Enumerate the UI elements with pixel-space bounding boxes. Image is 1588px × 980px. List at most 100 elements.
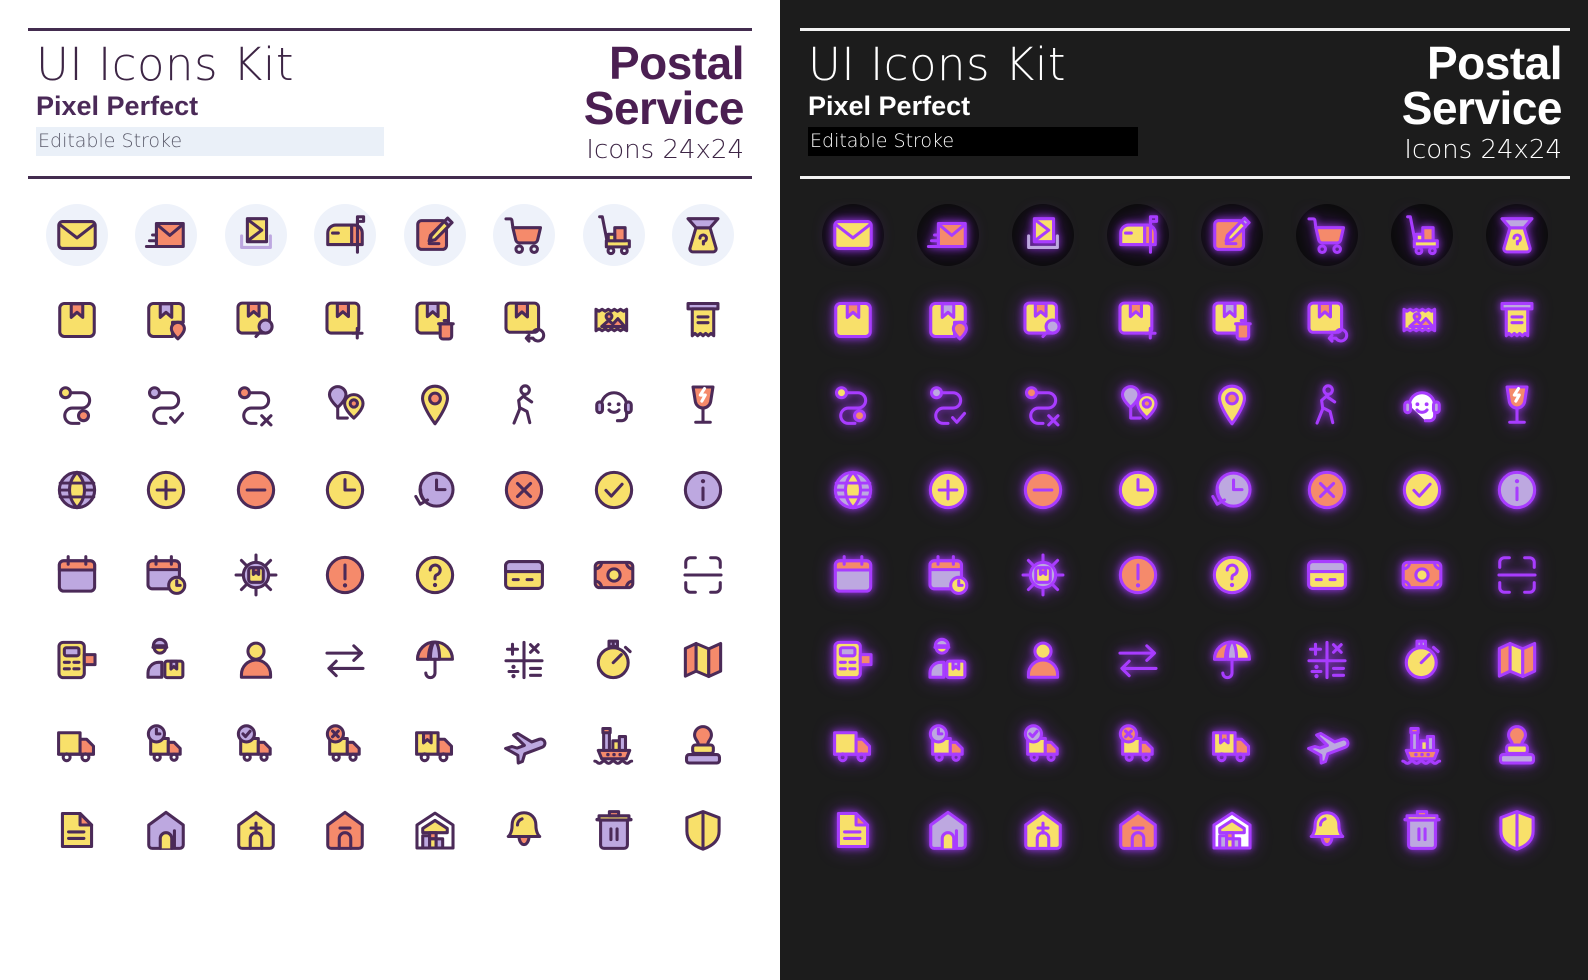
notification-bell-icon[interactable]: [501, 807, 547, 853]
icon-cell-cash-banknote-icon[interactable]: [569, 533, 659, 618]
airplane-icon[interactable]: [501, 722, 547, 768]
icon-cell-package-delete-icon[interactable]: [1185, 278, 1280, 363]
package-return-icon[interactable]: [501, 297, 547, 344]
post-office-add-icon[interactable]: [1020, 807, 1066, 853]
rubber-stamp-icon[interactable]: [1494, 722, 1540, 768]
icon-cell-two-pins-icon[interactable]: [301, 363, 391, 448]
receipt-print-icon[interactable]: [680, 297, 726, 343]
icon-cell-shopping-cart-icon[interactable]: [480, 193, 570, 278]
walking-courier-icon[interactable]: [1304, 382, 1350, 428]
icon-cell-globe-icon[interactable]: [32, 448, 122, 533]
icon-cell-truck-parcel-icon[interactable]: [1185, 703, 1280, 788]
stopwatch-icon[interactable]: [591, 637, 637, 683]
icon-cell-document-icon[interactable]: [806, 788, 901, 873]
icon-cell-pos-terminal-icon[interactable]: [806, 618, 901, 703]
icon-cell-history-clock-icon[interactable]: [390, 448, 480, 533]
icon-cell-scan-frame-icon[interactable]: [659, 533, 749, 618]
package-search-icon[interactable]: [233, 297, 279, 343]
minus-circle-icon[interactable]: [1020, 467, 1066, 513]
icon-cell-walking-courier-icon[interactable]: [480, 363, 570, 448]
icon-cell-package-icon[interactable]: [32, 278, 122, 363]
icon-cell-calendar-time-icon[interactable]: [122, 533, 212, 618]
icon-cell-home-icon[interactable]: [901, 788, 996, 873]
globe-icon[interactable]: [830, 467, 876, 513]
credit-card-icon[interactable]: [501, 552, 547, 598]
icon-cell-umbrella-icon[interactable]: [1185, 618, 1280, 703]
icon-cell-route-icon[interactable]: [806, 363, 901, 448]
document-icon[interactable]: [54, 807, 100, 853]
icon-cell-truck-time-icon[interactable]: [122, 703, 212, 788]
icon-cell-check-circle-icon[interactable]: [569, 448, 659, 533]
icon-cell-truck-cancel-icon[interactable]: [1090, 703, 1185, 788]
icon-cell-receipt-print-icon[interactable]: [659, 278, 749, 363]
icon-cell-truck-cancel-icon[interactable]: [301, 703, 391, 788]
user-icon[interactable]: [233, 637, 279, 683]
courier-parcel-icon[interactable]: [143, 637, 189, 683]
delivery-truck-icon[interactable]: [830, 722, 876, 768]
courier-parcel-icon[interactable]: [925, 637, 971, 683]
truck-cancel-icon[interactable]: [1115, 722, 1161, 768]
hand-truck-parcels-icon[interactable]: [1399, 212, 1445, 258]
transfer-arrows-icon[interactable]: [1115, 637, 1161, 683]
clock-icon[interactable]: [1115, 467, 1161, 513]
icon-cell-parcel-scale-icon[interactable]: [659, 193, 749, 278]
icon-cell-route-cancel-icon[interactable]: [211, 363, 301, 448]
info-circle-icon[interactable]: [1494, 467, 1540, 513]
shield-icon[interactable]: [1494, 807, 1540, 853]
icon-cell-post-office-add-icon[interactable]: [211, 788, 301, 873]
icon-cell-folded-map-icon[interactable]: [1469, 618, 1564, 703]
route-cancel-icon[interactable]: [1020, 382, 1066, 428]
calendar-icon[interactable]: [54, 552, 100, 598]
postage-stamp-icon[interactable]: [1399, 297, 1445, 343]
icon-cell-user-icon[interactable]: [211, 618, 301, 703]
icon-cell-postage-stamp-icon[interactable]: [1375, 278, 1470, 363]
mail-tray-icon[interactable]: [1020, 212, 1066, 258]
route-cancel-icon[interactable]: [233, 382, 279, 428]
close-circle-icon[interactable]: [501, 467, 547, 513]
icon-cell-truck-parcel-icon[interactable]: [390, 703, 480, 788]
icon-cell-clock-icon[interactable]: [1090, 448, 1185, 533]
icon-cell-courier-parcel-icon[interactable]: [901, 618, 996, 703]
cargo-ship-icon[interactable]: [1399, 722, 1445, 768]
icon-chip[interactable]: [1011, 204, 1074, 267]
support-headset-icon[interactable]: [591, 382, 637, 428]
package-return-icon[interactable]: [1304, 297, 1350, 344]
icon-cell-route-done-icon[interactable]: [901, 363, 996, 448]
icon-cell-parcel-scale-icon[interactable]: [1469, 193, 1564, 278]
icon-chip[interactable]: [45, 204, 108, 267]
icon-cell-plus-circle-icon[interactable]: [122, 448, 212, 533]
shopping-cart-icon[interactable]: [1304, 212, 1350, 258]
icon-cell-fragile-glass-icon[interactable]: [1469, 363, 1564, 448]
mailbox-icon[interactable]: [322, 212, 368, 258]
icon-cell-plus-circle-icon[interactable]: [901, 448, 996, 533]
icon-cell-envelope-send-icon[interactable]: [122, 193, 212, 278]
icon-cell-warehouse-icon[interactable]: [1185, 788, 1280, 873]
icon-cell-document-icon[interactable]: [32, 788, 122, 873]
post-office-remove-icon[interactable]: [322, 807, 368, 853]
icon-cell-warehouse-icon[interactable]: [390, 788, 480, 873]
rubber-stamp-icon[interactable]: [680, 722, 726, 768]
icon-cell-user-icon[interactable]: [996, 618, 1091, 703]
compose-mail-icon[interactable]: [1209, 212, 1255, 258]
compose-mail-icon[interactable]: [412, 212, 458, 258]
icon-cell-calendar-icon[interactable]: [32, 533, 122, 618]
folded-map-icon[interactable]: [1494, 637, 1540, 683]
envelope-icon[interactable]: [830, 212, 876, 258]
icon-cell-trash-bin-icon[interactable]: [1375, 788, 1470, 873]
icon-cell-pos-terminal-icon[interactable]: [32, 618, 122, 703]
document-icon[interactable]: [830, 807, 876, 853]
icon-cell-rubber-stamp-icon[interactable]: [1469, 703, 1564, 788]
icon-chip[interactable]: [135, 204, 198, 267]
icon-cell-package-delete-icon[interactable]: [390, 278, 480, 363]
icon-cell-package-location-icon[interactable]: [122, 278, 212, 363]
icon-cell-package-return-icon[interactable]: [1280, 278, 1375, 363]
icon-cell-info-circle-icon[interactable]: [659, 448, 749, 533]
alert-circle-icon[interactable]: [1115, 552, 1161, 598]
fragile-glass-icon[interactable]: [1494, 382, 1540, 428]
icon-cell-stopwatch-icon[interactable]: [1375, 618, 1470, 703]
icon-cell-umbrella-icon[interactable]: [390, 618, 480, 703]
airplane-icon[interactable]: [1304, 722, 1350, 768]
icon-cell-shield-icon[interactable]: [1469, 788, 1564, 873]
icon-cell-home-icon[interactable]: [122, 788, 212, 873]
icon-cell-info-circle-icon[interactable]: [1469, 448, 1564, 533]
